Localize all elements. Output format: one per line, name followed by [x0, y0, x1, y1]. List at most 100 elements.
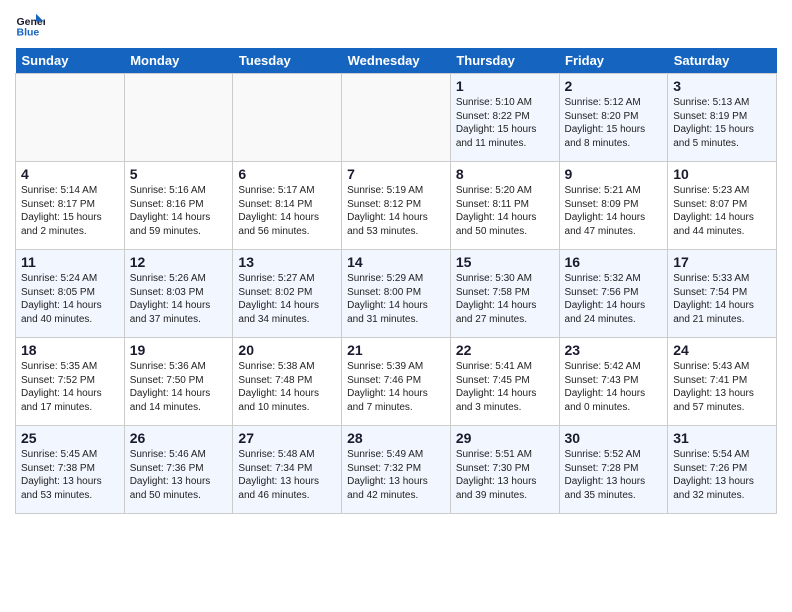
day-info: Sunrise: 5:19 AMSunset: 8:12 PMDaylight:… [347, 184, 445, 238]
day-number: 28 [347, 430, 445, 446]
day-number: 22 [456, 342, 554, 358]
day-number: 2 [565, 78, 663, 94]
day-info: Sunrise: 5:24 AMSunset: 8:05 PMDaylight:… [21, 272, 119, 326]
day-number: 3 [673, 78, 771, 94]
day-number: 19 [130, 342, 228, 358]
day-info: Sunrise: 5:32 AMSunset: 7:56 PMDaylight:… [565, 272, 663, 326]
calendar-cell: 22 Sunrise: 5:41 AMSunset: 7:45 PMDayligh… [450, 338, 559, 426]
day-info: Sunrise: 5:13 AMSunset: 8:19 PMDaylight:… [673, 96, 771, 150]
day-info: Sunrise: 5:26 AMSunset: 8:03 PMDaylight:… [130, 272, 228, 326]
day-info: Sunrise: 5:10 AMSunset: 8:22 PMDaylight:… [456, 96, 554, 150]
day-info: Sunrise: 5:16 AMSunset: 8:16 PMDaylight:… [130, 184, 228, 238]
day-info: Sunrise: 5:20 AMSunset: 8:11 PMDaylight:… [456, 184, 554, 238]
weekday-header-saturday: Saturday [668, 48, 777, 74]
calendar-week-5: 25 Sunrise: 5:45 AMSunset: 7:38 PMDayligh… [16, 426, 777, 514]
day-number: 18 [21, 342, 119, 358]
day-info: Sunrise: 5:30 AMSunset: 7:58 PMDaylight:… [456, 272, 554, 326]
calendar-cell [16, 74, 125, 162]
day-number: 10 [673, 166, 771, 182]
logo-icon: General Blue [15, 10, 45, 40]
day-info: Sunrise: 5:42 AMSunset: 7:43 PMDaylight:… [565, 360, 663, 414]
day-info: Sunrise: 5:21 AMSunset: 8:09 PMDaylight:… [565, 184, 663, 238]
day-info: Sunrise: 5:45 AMSunset: 7:38 PMDaylight:… [21, 448, 119, 502]
calendar-cell: 5 Sunrise: 5:16 AMSunset: 8:16 PMDaylight… [124, 162, 233, 250]
day-info: Sunrise: 5:27 AMSunset: 8:02 PMDaylight:… [238, 272, 336, 326]
calendar-cell [124, 74, 233, 162]
day-info: Sunrise: 5:35 AMSunset: 7:52 PMDaylight:… [21, 360, 119, 414]
day-number: 7 [347, 166, 445, 182]
calendar-week-3: 11 Sunrise: 5:24 AMSunset: 8:05 PMDayligh… [16, 250, 777, 338]
day-info: Sunrise: 5:51 AMSunset: 7:30 PMDaylight:… [456, 448, 554, 502]
calendar-cell: 13 Sunrise: 5:27 AMSunset: 8:02 PMDayligh… [233, 250, 342, 338]
day-number: 11 [21, 254, 119, 270]
calendar-cell: 27 Sunrise: 5:48 AMSunset: 7:34 PMDayligh… [233, 426, 342, 514]
day-number: 9 [565, 166, 663, 182]
svg-text:Blue: Blue [17, 27, 40, 39]
calendar-cell: 12 Sunrise: 5:26 AMSunset: 8:03 PMDayligh… [124, 250, 233, 338]
day-info: Sunrise: 5:29 AMSunset: 8:00 PMDaylight:… [347, 272, 445, 326]
day-number: 23 [565, 342, 663, 358]
day-number: 21 [347, 342, 445, 358]
day-info: Sunrise: 5:14 AMSunset: 8:17 PMDaylight:… [21, 184, 119, 238]
day-number: 13 [238, 254, 336, 270]
day-info: Sunrise: 5:48 AMSunset: 7:34 PMDaylight:… [238, 448, 336, 502]
calendar-cell: 28 Sunrise: 5:49 AMSunset: 7:32 PMDayligh… [342, 426, 451, 514]
day-info: Sunrise: 5:43 AMSunset: 7:41 PMDaylight:… [673, 360, 771, 414]
day-info: Sunrise: 5:41 AMSunset: 7:45 PMDaylight:… [456, 360, 554, 414]
weekday-header-wednesday: Wednesday [342, 48, 451, 74]
day-number: 12 [130, 254, 228, 270]
day-info: Sunrise: 5:33 AMSunset: 7:54 PMDaylight:… [673, 272, 771, 326]
weekday-header-monday: Monday [124, 48, 233, 74]
calendar-cell: 25 Sunrise: 5:45 AMSunset: 7:38 PMDayligh… [16, 426, 125, 514]
day-info: Sunrise: 5:52 AMSunset: 7:28 PMDaylight:… [565, 448, 663, 502]
calendar-table: SundayMondayTuesdayWednesdayThursdayFrid… [15, 48, 777, 514]
calendar-cell: 7 Sunrise: 5:19 AMSunset: 8:12 PMDaylight… [342, 162, 451, 250]
day-number: 27 [238, 430, 336, 446]
calendar-cell: 10 Sunrise: 5:23 AMSunset: 8:07 PMDayligh… [668, 162, 777, 250]
calendar-cell: 17 Sunrise: 5:33 AMSunset: 7:54 PMDayligh… [668, 250, 777, 338]
calendar-cell: 20 Sunrise: 5:38 AMSunset: 7:48 PMDayligh… [233, 338, 342, 426]
day-info: Sunrise: 5:38 AMSunset: 7:48 PMDaylight:… [238, 360, 336, 414]
calendar-cell: 18 Sunrise: 5:35 AMSunset: 7:52 PMDayligh… [16, 338, 125, 426]
calendar-cell: 26Sunrise: 5:46 AMSunset: 7:36 PMDayligh… [124, 426, 233, 514]
day-info: Sunrise: 5:36 AMSunset: 7:50 PMDaylight:… [130, 360, 228, 414]
calendar-cell: 14 Sunrise: 5:29 AMSunset: 8:00 PMDayligh… [342, 250, 451, 338]
calendar-header: SundayMondayTuesdayWednesdayThursdayFrid… [16, 48, 777, 74]
day-info: Sunrise: 5:54 AMSunset: 7:26 PMDaylight:… [673, 448, 771, 502]
day-number: 26 [130, 430, 228, 446]
calendar-cell [233, 74, 342, 162]
day-number: 17 [673, 254, 771, 270]
day-number: 14 [347, 254, 445, 270]
calendar-cell: 24 Sunrise: 5:43 AMSunset: 7:41 PMDayligh… [668, 338, 777, 426]
calendar-cell: 4 Sunrise: 5:14 AMSunset: 8:17 PMDaylight… [16, 162, 125, 250]
calendar-cell: 29Sunrise: 5:51 AMSunset: 7:30 PMDayligh… [450, 426, 559, 514]
calendar-week-2: 4 Sunrise: 5:14 AMSunset: 8:17 PMDaylight… [16, 162, 777, 250]
calendar-cell: 15 Sunrise: 5:30 AMSunset: 7:58 PMDayligh… [450, 250, 559, 338]
calendar-cell: 16 Sunrise: 5:32 AMSunset: 7:56 PMDayligh… [559, 250, 668, 338]
weekday-header-sunday: Sunday [16, 48, 125, 74]
day-number: 5 [130, 166, 228, 182]
day-info: Sunrise: 5:39 AMSunset: 7:46 PMDaylight:… [347, 360, 445, 414]
day-number: 15 [456, 254, 554, 270]
weekday-header-friday: Friday [559, 48, 668, 74]
calendar-cell: 1 Sunrise: 5:10 AMSunset: 8:22 PMDaylight… [450, 74, 559, 162]
day-number: 30 [565, 430, 663, 446]
day-number: 16 [565, 254, 663, 270]
calendar-week-1: 1 Sunrise: 5:10 AMSunset: 8:22 PMDaylight… [16, 74, 777, 162]
calendar-cell: 23 Sunrise: 5:42 AMSunset: 7:43 PMDayligh… [559, 338, 668, 426]
calendar-cell [342, 74, 451, 162]
calendar-cell: 31 Sunrise: 5:54 AMSunset: 7:26 PMDayligh… [668, 426, 777, 514]
day-number: 24 [673, 342, 771, 358]
day-number: 4 [21, 166, 119, 182]
weekday-header-thursday: Thursday [450, 48, 559, 74]
calendar-cell: 21 Sunrise: 5:39 AMSunset: 7:46 PMDayligh… [342, 338, 451, 426]
day-info: Sunrise: 5:17 AMSunset: 8:14 PMDaylight:… [238, 184, 336, 238]
calendar-cell: 2Sunrise: 5:12 AMSunset: 8:20 PMDaylight… [559, 74, 668, 162]
calendar-cell: 8Sunrise: 5:20 AMSunset: 8:11 PMDaylight… [450, 162, 559, 250]
day-number: 1 [456, 78, 554, 94]
day-info: Sunrise: 5:49 AMSunset: 7:32 PMDaylight:… [347, 448, 445, 502]
day-number: 25 [21, 430, 119, 446]
day-number: 31 [673, 430, 771, 446]
day-number: 20 [238, 342, 336, 358]
day-info: Sunrise: 5:23 AMSunset: 8:07 PMDaylight:… [673, 184, 771, 238]
